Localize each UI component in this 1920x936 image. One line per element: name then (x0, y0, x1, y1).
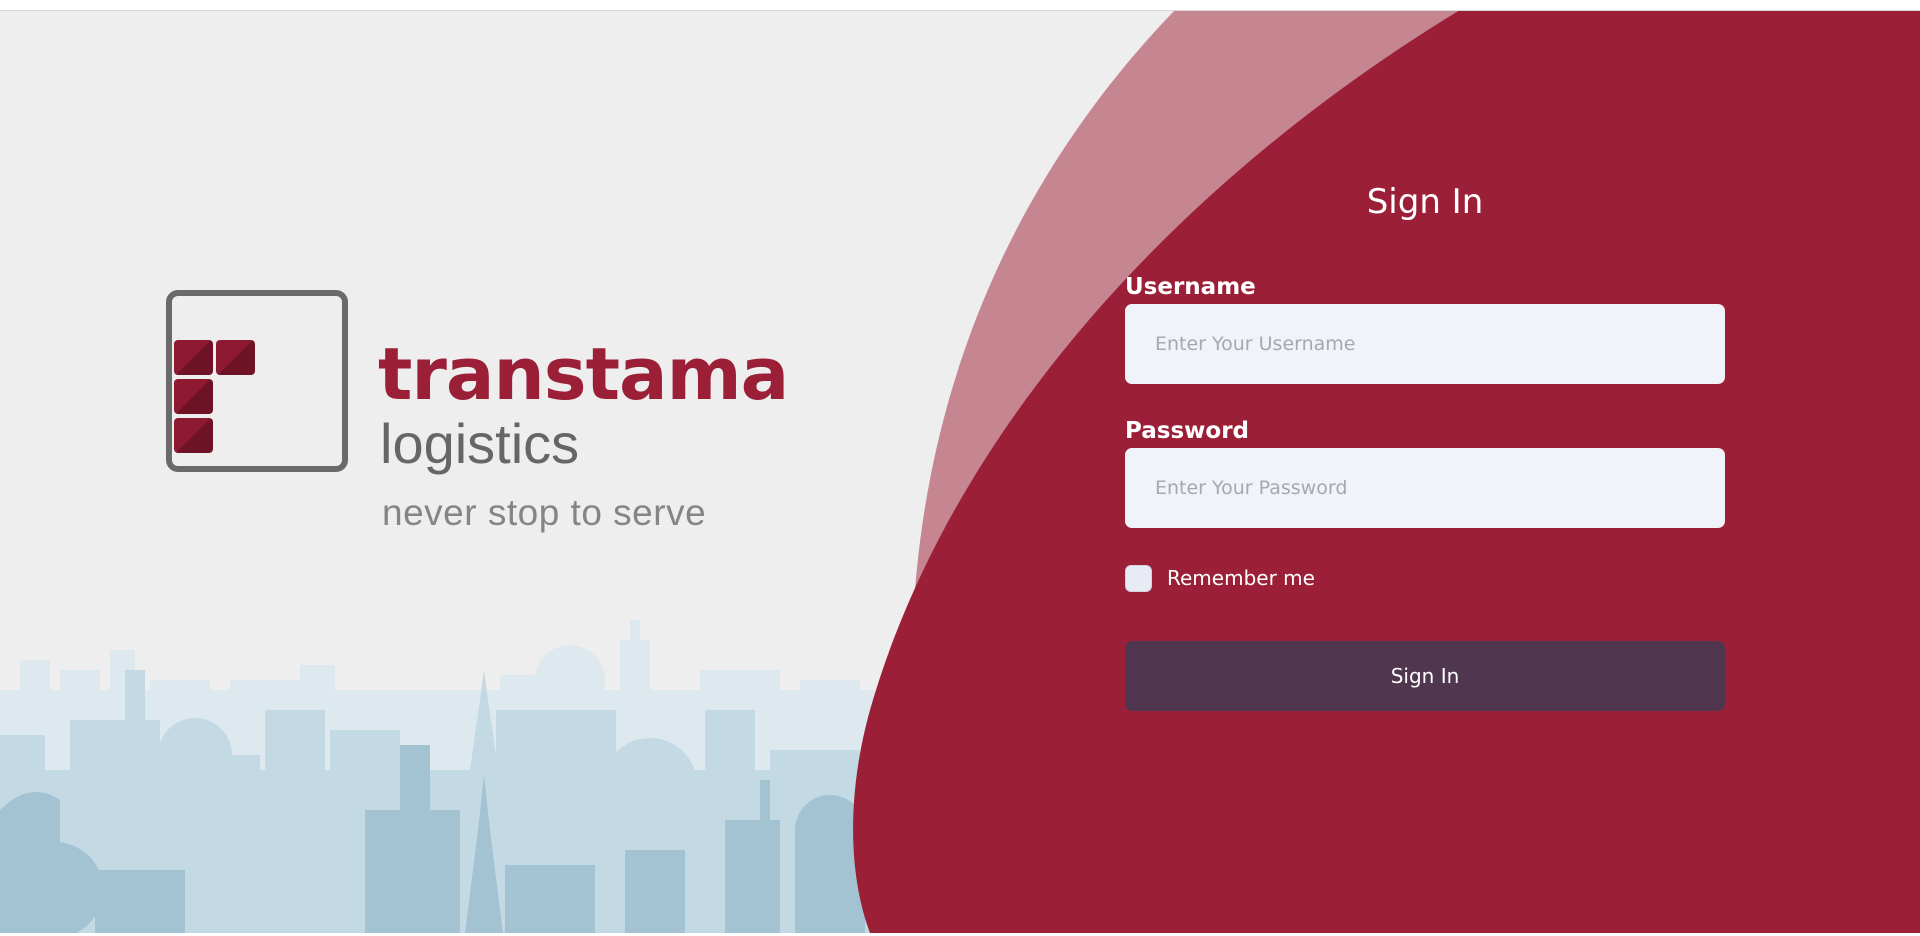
brand-name: transtama (378, 332, 789, 416)
sign-in-button[interactable]: Sign In (1125, 641, 1725, 711)
logo-block (174, 418, 213, 453)
remember-me-label: Remember me (1167, 566, 1315, 590)
brand-logo-mark (166, 290, 348, 472)
password-input[interactable] (1125, 448, 1725, 528)
password-label: Password (1125, 418, 1249, 444)
logo-block (216, 340, 255, 375)
remember-me-checkbox[interactable] (1125, 564, 1152, 592)
logo-block (174, 340, 213, 375)
brand-subname: logistics (380, 412, 580, 475)
logo-block (174, 379, 213, 414)
remember-me-row[interactable]: Remember me (1125, 564, 1315, 592)
login-page: transtama logistics never stop to serve … (0, 0, 1920, 936)
username-input[interactable] (1125, 304, 1725, 384)
browser-top-edge (0, 0, 1920, 11)
username-label: Username (1125, 274, 1256, 300)
brand-tagline: never stop to serve (382, 492, 707, 533)
form-title: Sign In (1366, 182, 1484, 222)
